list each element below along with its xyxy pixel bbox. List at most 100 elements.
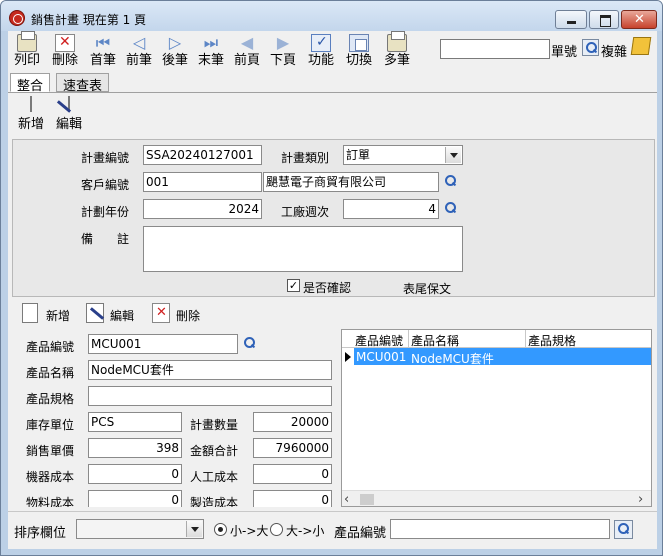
last-record-button[interactable]: ⏭ 末筆	[196, 34, 226, 72]
column-header-product-name[interactable]: 產品名稱	[411, 332, 459, 349]
next-page-label: 下頁	[269, 53, 296, 68]
switch-button[interactable]: 切換	[344, 34, 374, 72]
bottom-bar: 排序欄位 小->大 大->小 產品編號	[8, 511, 657, 545]
first-label: 首筆	[89, 53, 116, 68]
chevron-down-icon[interactable]	[445, 147, 461, 163]
tab-divider	[8, 92, 657, 93]
work-week-label: 工廠週次	[281, 205, 330, 219]
work-week-field[interactable]: 4	[343, 199, 439, 219]
edit-document-icon	[68, 96, 70, 112]
scroll-right-icon[interactable]: ›	[638, 492, 643, 506]
copy-icon[interactable]	[630, 37, 652, 55]
function-button[interactable]: 功能	[306, 34, 336, 72]
sort-asc-radio[interactable]	[214, 523, 227, 536]
doc-no-search-input[interactable]	[440, 39, 550, 59]
maximize-button[interactable]	[589, 10, 619, 29]
detail-form: 產品編號 MCU001 產品名稱 NodeMCU套件 產品規格 庫存單位 PCS…	[12, 329, 339, 507]
multi-record-button[interactable]: 多筆	[382, 31, 412, 72]
customer-no-label: 客戶編號	[81, 178, 130, 192]
sort-field-select[interactable]	[76, 519, 204, 539]
prev-record-button[interactable]: ◁ 前筆	[124, 34, 154, 72]
product-no-label: 產品編號	[26, 340, 75, 354]
function-icon	[311, 34, 331, 52]
confirmed-label: 是否確認	[303, 281, 352, 295]
stock-unit-field[interactable]: PCS	[88, 412, 182, 432]
cell-product-name: NodeMCU套件	[411, 352, 494, 366]
plan-year-field[interactable]: 2024	[143, 199, 262, 219]
sort-desc-radio[interactable]	[270, 523, 283, 536]
delete-icon	[55, 34, 75, 52]
next-record-button[interactable]: ▷ 後筆	[160, 34, 190, 72]
add-record-button[interactable]: 新增	[16, 96, 46, 137]
customer-search-icon[interactable]	[442, 173, 459, 190]
window-title: 銷售計畫 現在第 1 頁	[31, 13, 147, 27]
labor-cost-field[interactable]: 0	[253, 464, 332, 484]
bottom-search-button[interactable]	[614, 520, 633, 539]
title-bar[interactable]: 銷售計畫 現在第 1 頁	[1, 1, 662, 31]
delete-button[interactable]: 刪除	[50, 34, 80, 72]
plan-no-label: 計畫編號	[81, 151, 130, 165]
total-amount-field[interactable]: 7960000	[253, 438, 332, 458]
product-no-field[interactable]: MCU001	[88, 334, 238, 354]
product-name-field[interactable]: NodeMCU套件	[88, 360, 332, 380]
sale-price-field[interactable]: 398	[88, 438, 182, 458]
scroll-left-icon[interactable]: ‹	[344, 492, 349, 506]
chevron-down-icon[interactable]	[186, 521, 202, 537]
plan-no-field[interactable]: SSA20240127001	[143, 145, 262, 165]
bottom-search-input[interactable]	[390, 519, 610, 539]
detail-delete-button[interactable]: 刪除	[152, 303, 208, 325]
close-button[interactable]	[621, 10, 657, 29]
table-row[interactable]: MCU001 NodeMCU套件	[342, 348, 651, 366]
minimize-button[interactable]	[555, 10, 587, 29]
next-page-button[interactable]: ▶ 下頁	[268, 34, 298, 72]
tab-quick-lookup[interactable]: 速查表	[56, 73, 110, 94]
prev-label: 前筆	[125, 53, 152, 68]
plan-type-select[interactable]: 訂單	[343, 145, 463, 165]
sale-price-label: 銷售單價	[26, 444, 75, 458]
app-logo-icon	[9, 10, 25, 26]
mfg-cost-field[interactable]: 0	[253, 490, 332, 507]
scroll-thumb[interactable]	[360, 494, 374, 505]
work-week-search-icon[interactable]	[442, 200, 459, 217]
doc-search-button[interactable]	[582, 39, 599, 56]
material-cost-field[interactable]: 0	[88, 490, 182, 507]
material-cost-label: 物料成本	[26, 496, 75, 507]
mfg-cost-label: 製造成本	[190, 496, 239, 507]
column-header-product-spec[interactable]: 產品規格	[528, 332, 576, 349]
footer-text-label: 表尾保文	[403, 282, 452, 296]
customer-no-field[interactable]: 001	[143, 172, 262, 192]
machine-cost-label: 機器成本	[26, 470, 75, 484]
prev-page-icon: ◀	[240, 33, 254, 52]
product-search-icon[interactable]	[241, 335, 258, 352]
next-label: 後筆	[161, 53, 188, 68]
copy-label: 複雜	[601, 45, 628, 60]
detail-add-button[interactable]: 新增	[22, 303, 78, 325]
prev-page-button[interactable]: ◀ 前頁	[232, 34, 262, 72]
add-record-label: 新增	[17, 117, 44, 132]
product-spec-field[interactable]	[88, 386, 332, 406]
new-line-icon	[22, 303, 38, 323]
plan-type-value: 訂單	[346, 148, 371, 162]
switch-icon	[349, 34, 369, 52]
plan-qty-label: 計畫數量	[190, 418, 239, 432]
machine-cost-field[interactable]: 0	[88, 464, 182, 484]
printer-icon	[17, 31, 37, 52]
print-label: 列印	[13, 53, 40, 68]
first-record-button[interactable]: ⏮ 首筆	[88, 34, 118, 72]
tab-integrated[interactable]: 整合	[10, 73, 51, 94]
edit-record-button[interactable]: 編輯	[54, 96, 84, 137]
detail-edit-button[interactable]: 編輯	[86, 303, 142, 325]
horizontal-scrollbar[interactable]: ‹ ›	[342, 490, 651, 506]
confirmed-checkbox[interactable]: ✓	[287, 279, 300, 292]
column-header-product-no[interactable]: 產品編號	[355, 332, 403, 349]
print-button[interactable]: 列印	[12, 31, 42, 72]
sort-desc-label: 大->小	[286, 524, 325, 538]
sort-asc-label: 小->大	[230, 524, 269, 538]
remark-textarea[interactable]	[143, 226, 463, 272]
product-name-label: 產品名稱	[26, 366, 75, 380]
edit-line-icon	[86, 303, 104, 323]
customer-name-field[interactable]: 颶慧電子商貿有限公司	[263, 172, 439, 192]
detail-delete-label: 刪除	[176, 309, 201, 323]
plan-qty-field[interactable]: 20000	[253, 412, 332, 432]
plan-year-label: 計劃年份	[81, 205, 130, 219]
